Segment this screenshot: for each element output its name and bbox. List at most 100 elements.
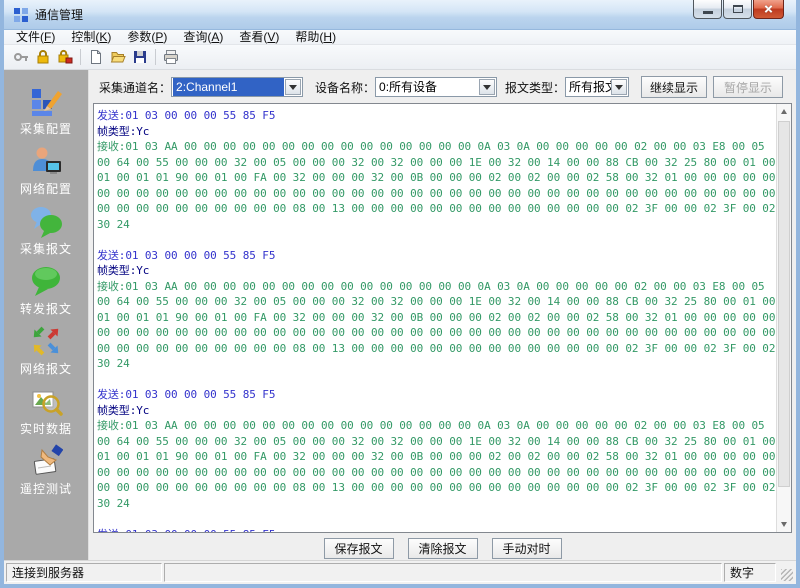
maximize-icon [732, 5, 743, 13]
log-line: 发送:01 03 00 00 00 55 85 F5 [97, 388, 276, 401]
realtime-data-icon [29, 384, 63, 418]
chevron-down-icon[interactable] [285, 79, 302, 95]
scroll-down-icon[interactable] [777, 516, 791, 532]
message-log[interactable]: 发送:01 03 00 00 00 55 85 F5 帧类型:Yc 接收:01 03… [94, 104, 776, 532]
log-blank-line [97, 511, 776, 527]
channel-label: 采集通道名： [99, 80, 172, 95]
clear-message-button[interactable]: 清除报文 [407, 537, 478, 559]
log-line: 00 00 00 00 00 00 00 00 00 00 00 00 00 0… [97, 465, 776, 479]
channel-select[interactable]: 2:Channel1 [171, 77, 304, 97]
menu-view[interactable]: 查看(V) [231, 30, 287, 45]
connection-status: 连接到服务器 [6, 563, 162, 582]
filter-row: 采集通道名： 2:Channel1 设备名称： 0:所有设备 报文类型： 所有报… [91, 74, 794, 100]
log-line: 发送:01 03 00 00 00 55 85 F5 [97, 527, 776, 533]
save-message-button[interactable]: 保存报文 [323, 537, 394, 559]
app-window: 通信管理 文件(F) 控制(K) 参数(P) 查询(A) 查看(V) 帮助(H) [0, 0, 800, 588]
device-label: 设备名称： [315, 80, 376, 95]
log-line: 30 24 [97, 217, 130, 231]
menu-params[interactable]: 参数(P) [119, 30, 175, 45]
scroll-up-icon[interactable] [777, 104, 791, 120]
channel-value: 2:Channel1 [173, 78, 285, 96]
sidebar-item-network-config[interactable]: 网络配置 [4, 140, 88, 200]
log-line: 帧类型:Yc [97, 403, 150, 417]
log-line: 接收:01 03 AA 00 00 00 00 00 00 00 00 00 0… [97, 140, 765, 153]
open-folder-icon [110, 52, 126, 63]
log-line: 01 00 01 01 90 00 01 00 FA 00 32 00 00 0… [97, 450, 776, 463]
print-icon [164, 50, 178, 64]
log-blank-line [97, 232, 776, 248]
lock-icon [37, 50, 49, 64]
capture-message-icon [29, 204, 63, 238]
message-log-frame: 发送:01 03 00 00 00 55 85 F5 帧类型:Yc 接收:01 03… [93, 103, 792, 533]
lock-button[interactable] [32, 47, 54, 68]
print-button[interactable] [160, 47, 182, 68]
toolbar-separator [155, 49, 156, 65]
main-area: 采集配置 网络配置 采集报文 转发报文 网络报文 实时数据 遥控测试 采集通道名… [4, 70, 796, 560]
sidebar-item-label: 遥控测试 [19, 481, 72, 496]
menu-file[interactable]: 文件(F) [8, 30, 63, 45]
maximize-button[interactable] [723, 0, 752, 19]
sidebar-item-label: 采集配置 [19, 121, 72, 136]
device-value: 0:所有设备 [379, 80, 438, 94]
sidebar-item-remote-test[interactable]: 遥控测试 [4, 440, 88, 500]
log-line: 00 00 00 00 00 00 00 00 00 00 00 00 00 0… [97, 326, 776, 339]
key-button[interactable] [10, 47, 32, 68]
minimize-button[interactable] [693, 0, 722, 19]
sidebar-item-label: 采集报文 [19, 241, 72, 256]
menu-bar: 文件(F) 控制(K) 参数(P) 查询(A) 查看(V) 帮助(H) [4, 30, 796, 45]
sidebar: 采集配置 网络配置 采集报文 转发报文 网络报文 实时数据 遥控测试 [4, 70, 88, 560]
log-line: 帧类型:Yc [97, 264, 150, 277]
type-value: 所有报文 [569, 80, 611, 94]
manual-time-sync-button[interactable]: 手动对时 [491, 537, 562, 559]
log-line: 接收:01 03 AA 00 00 00 00 00 00 00 00 00 0… [97, 279, 765, 293]
new-file-button[interactable] [85, 47, 107, 68]
title-bar[interactable]: 通信管理 [4, 0, 796, 30]
vertical-scrollbar[interactable] [776, 104, 791, 532]
sidebar-item-realtime-data[interactable]: 实时数据 [4, 380, 88, 440]
close-icon [763, 4, 774, 15]
chevron-down-icon[interactable] [611, 79, 628, 95]
log-line: 30 24 [97, 357, 130, 370]
log-blank-line [97, 372, 776, 388]
type-select[interactable]: 所有报文 [565, 77, 630, 97]
sidebar-item-capture-message[interactable]: 采集报文 [4, 200, 88, 260]
save-button[interactable] [129, 47, 151, 68]
new-file-icon [91, 50, 101, 64]
sidebar-item-capture-config[interactable]: 采集配置 [4, 80, 88, 140]
log-line: 01 00 01 01 90 00 01 00 FA 00 32 00 00 0… [97, 310, 776, 324]
network-message-icon [29, 324, 63, 358]
key-icon [14, 53, 28, 61]
close-button[interactable] [753, 0, 784, 19]
menu-control[interactable]: 控制(K) [63, 30, 119, 45]
log-line: 30 24 [97, 496, 130, 510]
sidebar-item-forward-message[interactable]: 转发报文 [4, 260, 88, 320]
toolbar-separator [80, 49, 81, 65]
log-line: 00 64 00 55 00 00 00 32 00 05 00 00 00 3… [97, 295, 776, 308]
sidebar-item-network-message[interactable]: 网络报文 [4, 320, 88, 380]
scrollbar-thumb[interactable] [778, 121, 790, 487]
footer-buttons: 保存报文 清除报文 手动对时 [89, 536, 796, 560]
continue-display-button[interactable]: 继续显示 [641, 76, 708, 98]
unlock-button[interactable] [54, 47, 76, 68]
minimize-icon [702, 11, 713, 14]
type-label: 报文类型： [505, 80, 566, 95]
sidebar-item-label: 网络配置 [19, 181, 72, 196]
log-line: 接收:01 03 AA 00 00 00 00 00 00 00 00 00 0… [97, 419, 765, 432]
log-line: 发送:01 03 00 00 00 55 85 F5 [97, 109, 276, 122]
log-line: 00 64 00 55 00 00 00 32 00 05 00 00 00 3… [97, 155, 776, 169]
status-bar: 连接到服务器 数字 [4, 560, 796, 584]
remote-test-icon [29, 443, 63, 478]
save-icon [134, 51, 146, 63]
menu-help[interactable]: 帮助(H) [287, 30, 344, 45]
log-line: 00 00 00 00 00 00 00 00 00 00 08 00 13 0… [97, 341, 776, 355]
open-folder-button[interactable] [107, 47, 129, 68]
numlock-indicator: 数字 [724, 563, 776, 582]
sidebar-item-label: 转发报文 [19, 301, 72, 316]
device-select[interactable]: 0:所有设备 [375, 77, 498, 97]
menu-query[interactable]: 查询(A) [175, 30, 231, 45]
chevron-down-icon[interactable] [479, 79, 496, 95]
capture-config-icon [29, 84, 63, 118]
toolbar [4, 45, 796, 70]
message-panel: 采集通道名： 2:Channel1 设备名称： 0:所有设备 报文类型： 所有报… [88, 70, 796, 560]
resize-grip[interactable] [778, 563, 794, 582]
